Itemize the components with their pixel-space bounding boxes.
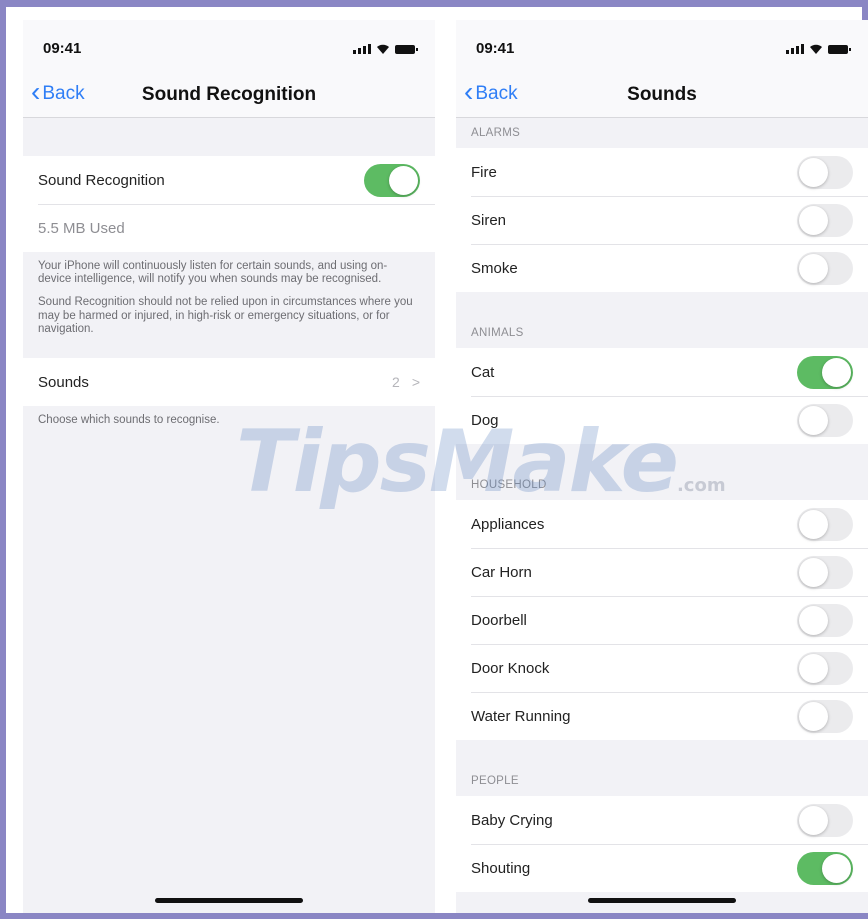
status-time: 09:41	[43, 39, 82, 57]
chevron-right-icon: >	[411, 374, 420, 391]
sound-label: Shouting	[471, 859, 531, 877]
sound-label: Dog	[471, 411, 499, 429]
storage-used: 5.5 MB Used	[38, 219, 125, 237]
sounds-screen: 09:41 ‹ Back Sounds ALARMS Fire Siren Smoke…	[456, 20, 868, 913]
sound-label: Door Knock	[471, 659, 550, 677]
sound-toggle[interactable]	[797, 555, 853, 589]
sound-label: Smoke	[471, 259, 518, 277]
battery-icon	[395, 44, 418, 54]
sounds-label: Sounds	[38, 373, 89, 391]
section-header: ANIMALS	[471, 327, 524, 339]
sound-row: Dog	[456, 396, 868, 444]
sound-sections: ALARMS Fire Siren Smoke ANIMALS Cat Dog HOUSEHO…	[456, 118, 868, 892]
sound-row: Fire	[456, 148, 868, 196]
sound-recognition-toggle[interactable]	[364, 163, 420, 197]
status-bar: 09:41	[23, 20, 435, 76]
sound-row: Cat	[456, 348, 868, 396]
sound-recognition-row: Sound Recognition	[23, 156, 435, 204]
sounds-footer: Choose which sounds to recognise.	[38, 414, 220, 427]
section-header: PEOPLE	[471, 775, 519, 787]
description: Your iPhone will continuously listen for…	[23, 252, 435, 346]
sound-label: Fire	[471, 163, 497, 181]
page-title: Sound Recognition	[141, 84, 317, 105]
battery-icon	[828, 44, 851, 54]
sound-toggle[interactable]	[797, 355, 853, 389]
sound-toggle[interactable]	[797, 403, 853, 437]
status-icons	[786, 43, 851, 54]
sounds-count: 2	[392, 374, 400, 391]
sound-label: Baby Crying	[471, 811, 553, 829]
sound-row: Shouting	[456, 844, 868, 892]
page-title: Sounds	[627, 84, 697, 105]
sound-toggle[interactable]	[797, 507, 853, 541]
wifi-icon	[377, 44, 389, 54]
sound-recognition-label: Sound Recognition	[38, 171, 165, 189]
home-indicator	[588, 898, 736, 903]
sound-label: Siren	[471, 211, 507, 229]
sound-label: Car Horn	[471, 563, 532, 581]
sound-label: Cat	[471, 363, 495, 381]
sound-row: Doorbell	[456, 596, 868, 644]
storage-row: 5.5 MB Used	[23, 204, 435, 252]
sound-label: Doorbell	[471, 611, 527, 629]
description-paragraph-2: Sound Recognition should not be relied u…	[38, 296, 413, 335]
sound-toggle[interactable]	[797, 603, 853, 637]
status-icons	[353, 43, 418, 54]
sound-row: Siren	[456, 196, 868, 244]
sound-toggle[interactable]	[797, 803, 853, 837]
sound-toggle[interactable]	[797, 699, 853, 733]
status-time: 09:41	[476, 39, 515, 57]
home-indicator	[155, 898, 303, 903]
wifi-icon	[810, 44, 822, 54]
sound-toggle[interactable]	[797, 651, 853, 685]
signal-icon	[786, 43, 804, 54]
sound-row: Door Knock	[456, 644, 868, 692]
sound-toggle[interactable]	[797, 203, 853, 237]
sound-row: Baby Crying	[456, 796, 868, 844]
sound-recognition-screen: 09:41 ‹ Back Sound Recognition Sound Rec…	[23, 20, 435, 913]
section-header: ALARMS	[471, 127, 521, 139]
sound-row: Car Horn	[456, 548, 868, 596]
sound-row: Appliances	[456, 500, 868, 548]
sounds-row[interactable]: Sounds 2 >	[23, 358, 435, 407]
sound-toggle[interactable]	[797, 251, 853, 285]
sound-row: Water Running	[456, 692, 868, 740]
signal-icon	[353, 43, 371, 54]
sound-row: Smoke	[456, 244, 868, 292]
sound-label: Water Running	[471, 707, 571, 725]
section-header: HOUSEHOLD	[471, 479, 547, 491]
nav-bar: ‹ Back Sound Recognition	[23, 76, 435, 118]
sound-label: Appliances	[471, 515, 545, 533]
sound-toggle[interactable]	[797, 155, 853, 189]
status-bar: 09:41	[456, 20, 868, 76]
description-paragraph-1: Your iPhone will continuously listen for…	[38, 260, 388, 286]
nav-bar: ‹ Back Sounds	[456, 76, 868, 118]
sound-toggle[interactable]	[797, 851, 853, 885]
